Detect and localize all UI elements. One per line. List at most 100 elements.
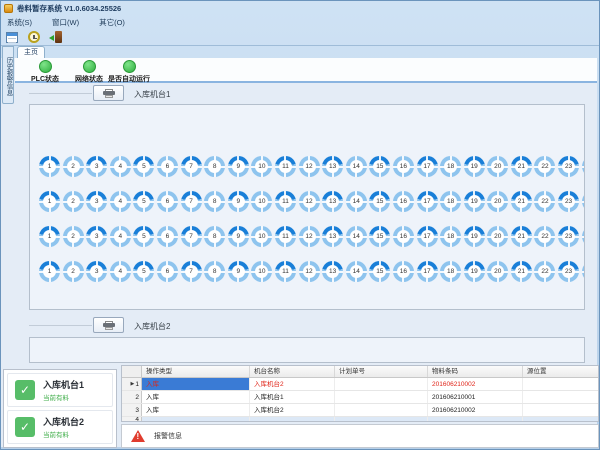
storage-slot[interactable]: 1 bbox=[39, 226, 60, 247]
storage-slot[interactable]: 16 bbox=[393, 226, 414, 247]
storage-slot[interactable]: 16 bbox=[393, 261, 414, 282]
storage-slot[interactable]: 4 bbox=[110, 261, 131, 282]
storage-slot[interactable]: 3 bbox=[86, 191, 107, 212]
storage-slot[interactable]: 12 bbox=[299, 226, 320, 247]
table-cell[interactable] bbox=[428, 417, 523, 422]
storage-slot[interactable]: 19 bbox=[464, 191, 485, 212]
clock-button[interactable] bbox=[26, 30, 41, 44]
storage-slot[interactable]: 8 bbox=[204, 191, 225, 212]
storage-slot[interactable]: 7 bbox=[181, 226, 202, 247]
storage-slot[interactable]: 18 bbox=[440, 261, 461, 282]
table-cell[interactable] bbox=[523, 404, 599, 416]
storage-slot[interactable]: 2 bbox=[63, 191, 84, 212]
table-row[interactable]: 4 bbox=[122, 417, 598, 422]
storage-slot[interactable]: 9 bbox=[228, 261, 249, 282]
storage-slot[interactable]: 2 bbox=[63, 226, 84, 247]
storage-slot[interactable]: 20 bbox=[487, 191, 508, 212]
storage-slot[interactable]: 14 bbox=[346, 191, 367, 212]
storage-slot[interactable]: 2 bbox=[63, 261, 84, 282]
menu-item[interactable]: 其它(O) bbox=[99, 17, 125, 28]
storage-slot[interactable]: 6 bbox=[157, 261, 178, 282]
storage-slot[interactable]: 23 bbox=[558, 226, 579, 247]
table-row[interactable]: 3入库入库机台2201606210002 bbox=[122, 404, 598, 417]
storage-slot[interactable]: 13 bbox=[322, 156, 343, 177]
storage-slot[interactable]: 1 bbox=[39, 156, 60, 177]
storage-slot[interactable]: 21 bbox=[511, 226, 532, 247]
storage-slot[interactable]: 1 bbox=[39, 191, 60, 212]
storage-slot[interactable]: 10 bbox=[251, 261, 272, 282]
exit-button[interactable] bbox=[48, 30, 63, 44]
side-panel-tab-alarm-history[interactable]: 历史报警信息 bbox=[2, 46, 14, 104]
column-header[interactable]: 源位置 bbox=[523, 366, 599, 377]
table-cell[interactable]: 入库机台2 bbox=[250, 378, 335, 390]
calendar-button[interactable] bbox=[4, 30, 19, 44]
storage-slot[interactable]: 7 bbox=[181, 261, 202, 282]
storage-slot[interactable]: 24 bbox=[582, 226, 585, 247]
storage-slot[interactable]: 8 bbox=[204, 226, 225, 247]
storage-slot[interactable]: 17 bbox=[417, 226, 438, 247]
table-cell[interactable]: 入库 bbox=[142, 404, 250, 416]
table-cell[interactable] bbox=[335, 391, 428, 403]
tab-home[interactable]: 主页 bbox=[17, 46, 45, 58]
machine-status-card[interactable]: ✓入库机台1当前有料 bbox=[7, 373, 113, 407]
storage-slot[interactable]: 17 bbox=[417, 261, 438, 282]
storage-slot[interactable]: 18 bbox=[440, 226, 461, 247]
column-header[interactable]: 操作类型 bbox=[142, 366, 250, 377]
storage-slot[interactable]: 8 bbox=[204, 156, 225, 177]
storage-slot[interactable]: 5 bbox=[133, 156, 154, 177]
table-cell[interactable]: 入库 bbox=[142, 391, 250, 403]
storage-slot[interactable]: 22 bbox=[534, 261, 555, 282]
table-cell[interactable] bbox=[335, 404, 428, 416]
storage-slot[interactable]: 5 bbox=[133, 191, 154, 212]
storage-slot[interactable]: 13 bbox=[322, 191, 343, 212]
storage-slot[interactable]: 7 bbox=[181, 191, 202, 212]
storage-slot[interactable]: 11 bbox=[275, 191, 296, 212]
storage-slot[interactable]: 20 bbox=[487, 261, 508, 282]
storage-slot[interactable]: 10 bbox=[251, 191, 272, 212]
storage-slot[interactable]: 21 bbox=[511, 156, 532, 177]
storage-slot[interactable]: 15 bbox=[369, 261, 390, 282]
storage-slot[interactable]: 22 bbox=[534, 226, 555, 247]
storage-slot[interactable]: 1 bbox=[39, 261, 60, 282]
storage-slot[interactable]: 15 bbox=[369, 226, 390, 247]
storage-slot[interactable]: 3 bbox=[86, 156, 107, 177]
storage-slot[interactable]: 21 bbox=[511, 191, 532, 212]
storage-slot[interactable]: 9 bbox=[228, 226, 249, 247]
table-cell[interactable] bbox=[335, 378, 428, 390]
print-button-machine2[interactable] bbox=[93, 317, 124, 333]
storage-slot[interactable]: 23 bbox=[558, 191, 579, 212]
column-header[interactable]: 计划单号 bbox=[335, 366, 428, 377]
table-row[interactable]: ▶1入库入库机台2201606210002 bbox=[122, 378, 598, 391]
storage-slot[interactable]: 4 bbox=[110, 191, 131, 212]
storage-slot[interactable]: 16 bbox=[393, 156, 414, 177]
storage-slot[interactable]: 6 bbox=[157, 156, 178, 177]
table-cell[interactable] bbox=[335, 417, 428, 422]
storage-slot[interactable]: 13 bbox=[322, 261, 343, 282]
storage-slot[interactable]: 15 bbox=[369, 156, 390, 177]
storage-slot[interactable]: 14 bbox=[346, 226, 367, 247]
table-cell[interactable] bbox=[523, 378, 599, 390]
storage-slot[interactable]: 11 bbox=[275, 156, 296, 177]
machine-status-card[interactable]: ✓入库机台2当前有料 bbox=[7, 410, 113, 444]
table-cell[interactable]: 201606210002 bbox=[428, 404, 523, 416]
table-cell[interactable] bbox=[523, 391, 599, 403]
table-cell[interactable]: 201606210002 bbox=[428, 378, 523, 390]
storage-slot[interactable]: 19 bbox=[464, 261, 485, 282]
storage-slot[interactable]: 11 bbox=[275, 261, 296, 282]
storage-slot[interactable]: 22 bbox=[534, 156, 555, 177]
storage-slot[interactable]: 12 bbox=[299, 191, 320, 212]
storage-slot[interactable]: 11 bbox=[275, 226, 296, 247]
storage-slot[interactable]: 5 bbox=[133, 261, 154, 282]
storage-slot[interactable]: 14 bbox=[346, 156, 367, 177]
table-cell[interactable]: 201606210001 bbox=[428, 391, 523, 403]
storage-slot[interactable]: 19 bbox=[464, 226, 485, 247]
storage-slot[interactable]: 20 bbox=[487, 156, 508, 177]
table-row[interactable]: 2入库入库机台1201606210001 bbox=[122, 391, 598, 404]
table-cell[interactable]: 入库 bbox=[142, 378, 250, 390]
storage-slot[interactable]: 24 bbox=[582, 156, 585, 177]
storage-slot[interactable]: 16 bbox=[393, 191, 414, 212]
storage-slot[interactable]: 18 bbox=[440, 156, 461, 177]
menu-item[interactable]: 系统(S) bbox=[7, 17, 32, 28]
storage-slot[interactable]: 14 bbox=[346, 261, 367, 282]
storage-slot[interactable]: 10 bbox=[251, 156, 272, 177]
